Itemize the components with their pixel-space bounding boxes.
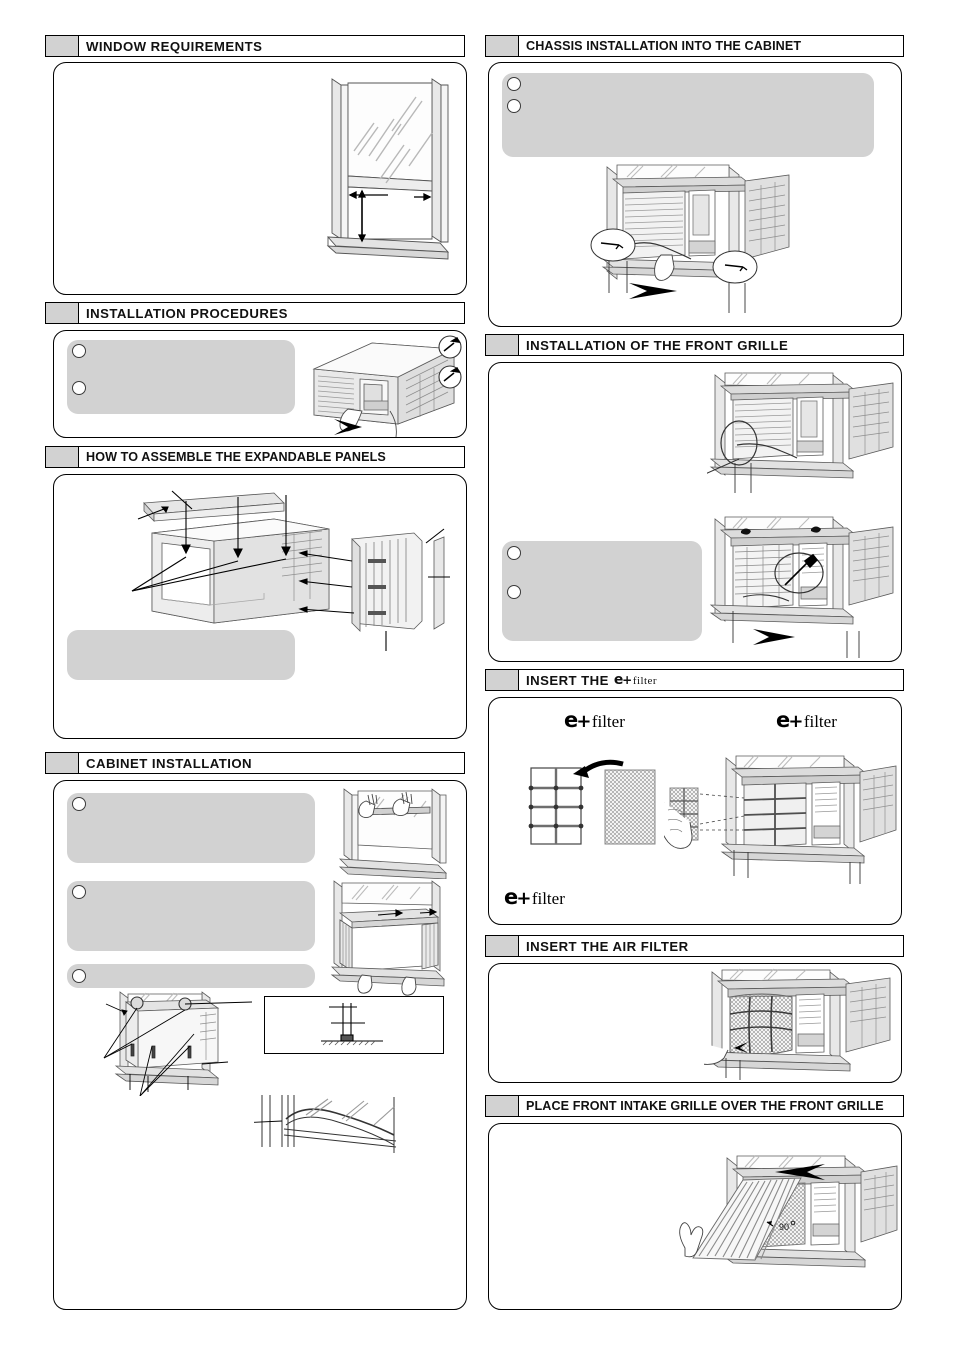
- section-title-prefix: INSERT THE: [526, 672, 609, 688]
- bullet-marker: [507, 77, 521, 91]
- e-filter-label-top-right: e + filter: [776, 708, 838, 732]
- section-number-box: [486, 670, 519, 690]
- angle-annotation-label: 90: [779, 1222, 789, 1232]
- text-placeholder-block: [502, 541, 702, 641]
- bullet-marker: [507, 585, 521, 599]
- text-placeholder-block: [67, 630, 295, 680]
- section-header-chassis-installation: CHASSIS INSTALLATION INTO THE CABINET: [485, 35, 904, 57]
- text-placeholder-block: [67, 793, 315, 863]
- section-number-box: [486, 1096, 519, 1116]
- e-filter-label-top-left: e + filter: [564, 708, 626, 732]
- section-title: INSTALLATION OF THE FRONT GRILLE: [526, 337, 789, 353]
- bullet-marker: [507, 99, 521, 113]
- section-title: CABINET INSTALLATION: [86, 755, 253, 771]
- section-header-window-requirements: WINDOW REQUIREMENTS: [45, 35, 465, 57]
- e-filter-logo-plus: +: [516, 888, 532, 909]
- e-filter-logo: e + filter: [614, 672, 658, 688]
- illustration-front-grille-screw-fastening: [707, 513, 901, 658]
- illustration-open-window-sash: [332, 785, 460, 879]
- section-number-box: [486, 36, 519, 56]
- section-number-box: [46, 447, 79, 467]
- section-title: WINDOW REQUIREMENTS: [86, 38, 263, 54]
- bullet-marker: [72, 885, 86, 899]
- illustration-chassis-pulled-from-cabinet: [302, 331, 466, 437]
- section-number-box: [46, 303, 79, 323]
- text-placeholder-block: [502, 73, 874, 157]
- panel-installation-procedures: [53, 330, 467, 438]
- detail-inset-box: [264, 996, 444, 1054]
- e-filter-logo-plus: +: [788, 711, 804, 732]
- section-number-box: [46, 753, 79, 773]
- e-filter-logo-word: filter: [632, 675, 657, 687]
- section-title: INSERT THE AIR FILTER: [526, 938, 689, 954]
- section-header-insert-e-filter: INSERT THE e + filter: [485, 669, 904, 691]
- bullet-marker: [72, 969, 86, 983]
- section-header-insert-air-filter: INSERT THE AIR FILTER: [485, 935, 904, 957]
- illustration-chassis-into-cabinet: [589, 163, 899, 323]
- illustration-cabinet-on-sill: [326, 879, 462, 997]
- illustration-sash-seal-detail: [254, 1091, 460, 1181]
- panel-insert-e-filter: e + filter e + filter e + filter: [488, 697, 902, 925]
- section-header-front-grille: INSTALLATION OF THE FRONT GRILLE: [485, 334, 904, 356]
- section-number-box: [486, 335, 519, 355]
- e-filter-label-bottom-left: e + filter: [504, 885, 566, 909]
- text-placeholder-block: [67, 340, 295, 414]
- illustration-air-filter-insertion: [704, 966, 900, 1082]
- section-header-installation-procedures: INSTALLATION PROCEDURES: [45, 302, 465, 324]
- panel-cabinet-installation: [53, 780, 467, 1310]
- text-placeholder-block: [67, 964, 315, 988]
- e-filter-logo-word: filter: [803, 712, 837, 731]
- e-filter-logo-word: filter: [531, 889, 565, 908]
- section-title: INSERT THE e + filter: [519, 670, 903, 690]
- section-title: PLACE FRONT INTAKE GRILLE OVER THE FRONT…: [526, 1099, 884, 1113]
- section-header-cabinet-installation: CABINET INSTALLATION: [45, 752, 465, 774]
- panel-insert-air-filter: [488, 963, 902, 1083]
- illustration-hand-inserting-e-filter: [664, 750, 900, 885]
- bullet-marker: [507, 546, 521, 560]
- illustration-front-intake-grille-closing: 90: [669, 1152, 901, 1307]
- bullet-marker: [72, 344, 86, 358]
- section-title: INSTALLATION PROCEDURES: [86, 305, 288, 321]
- section-header-place-front-intake-grille: PLACE FRONT INTAKE GRILLE OVER THE FRONT…: [485, 1095, 904, 1117]
- section-title: HOW TO ASSEMBLE THE EXPANDABLE PANELS: [86, 450, 386, 464]
- panel-front-grille: [488, 362, 902, 662]
- section-number-box: [46, 36, 79, 56]
- section-number-box: [486, 936, 519, 956]
- text-placeholder-block: [67, 881, 315, 951]
- panel-expandable-panels: [53, 474, 467, 739]
- illustration-front-grille-hook-detail: [707, 371, 901, 501]
- illustration-window-frame-dimension-diagram: [314, 63, 466, 281]
- bullet-marker: [72, 797, 86, 811]
- e-filter-logo-plus: +: [576, 711, 592, 732]
- manual-page: WINDOW REQUIREMENTS INSTALLATION PROCEDU…: [0, 0, 954, 1348]
- panel-place-front-intake-grille: 90: [488, 1123, 902, 1310]
- section-header-expandable-panels: HOW TO ASSEMBLE THE EXPANDABLE PANELS: [45, 446, 465, 468]
- panel-chassis-installation: [488, 62, 902, 327]
- panel-window-requirements: [53, 62, 467, 295]
- e-filter-logo-plus: +: [622, 673, 633, 687]
- e-filter-logo-word: filter: [591, 712, 625, 731]
- illustration-cabinet-leveling-detail: [102, 986, 252, 1096]
- section-title: CHASSIS INSTALLATION INTO THE CABINET: [526, 39, 802, 53]
- bullet-marker: [72, 381, 86, 395]
